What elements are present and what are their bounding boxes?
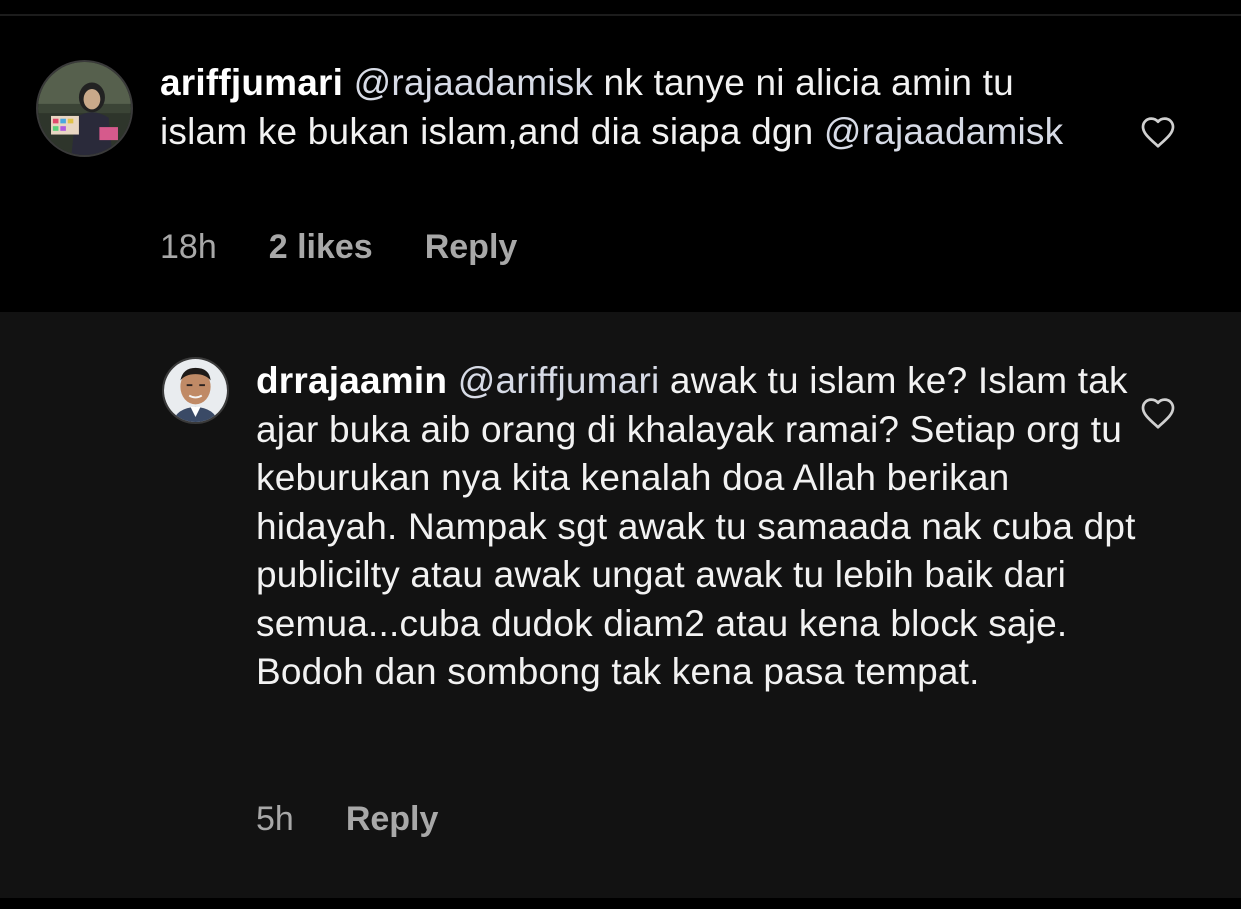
mention-link[interactable]: @rajaadamisk <box>354 62 593 103</box>
mention-link[interactable]: @rajaadamisk <box>824 111 1063 152</box>
heart-outline-icon[interactable] <box>1140 115 1176 149</box>
username[interactable]: ariffjumari <box>160 62 343 103</box>
comment-text: drrajaamin @ariffjumari awak tu islam ke… <box>256 357 1136 697</box>
timestamp: 5h <box>256 800 294 838</box>
reply-button[interactable]: Reply <box>425 228 518 267</box>
timestamp: 18h <box>160 228 217 266</box>
reply-button[interactable]: Reply <box>346 800 439 839</box>
username[interactable]: drrajaamin <box>256 360 447 401</box>
mention-link[interactable]: @ariffjumari <box>458 360 660 401</box>
comment-reply: drrajaamin @ariffjumari awak tu islam ke… <box>0 312 1241 898</box>
bottom-divider <box>0 898 1241 909</box>
comment-text: ariffjumari @rajaadamisk nk tanye ni ali… <box>160 59 1090 156</box>
likes-count[interactable]: 2 likes <box>269 228 373 267</box>
comment-body: awak tu islam ke? Islam tak ajar buka ai… <box>256 360 1136 692</box>
heart-outline-icon[interactable] <box>1140 396 1176 430</box>
avatar[interactable] <box>36 60 133 157</box>
comment-meta: 18h 2 likes Reply <box>160 228 517 267</box>
avatar[interactable] <box>162 357 229 424</box>
comment: ariffjumari @rajaadamisk nk tanye ni ali… <box>0 16 1241 312</box>
comment-meta: 5h Reply <box>256 800 438 839</box>
